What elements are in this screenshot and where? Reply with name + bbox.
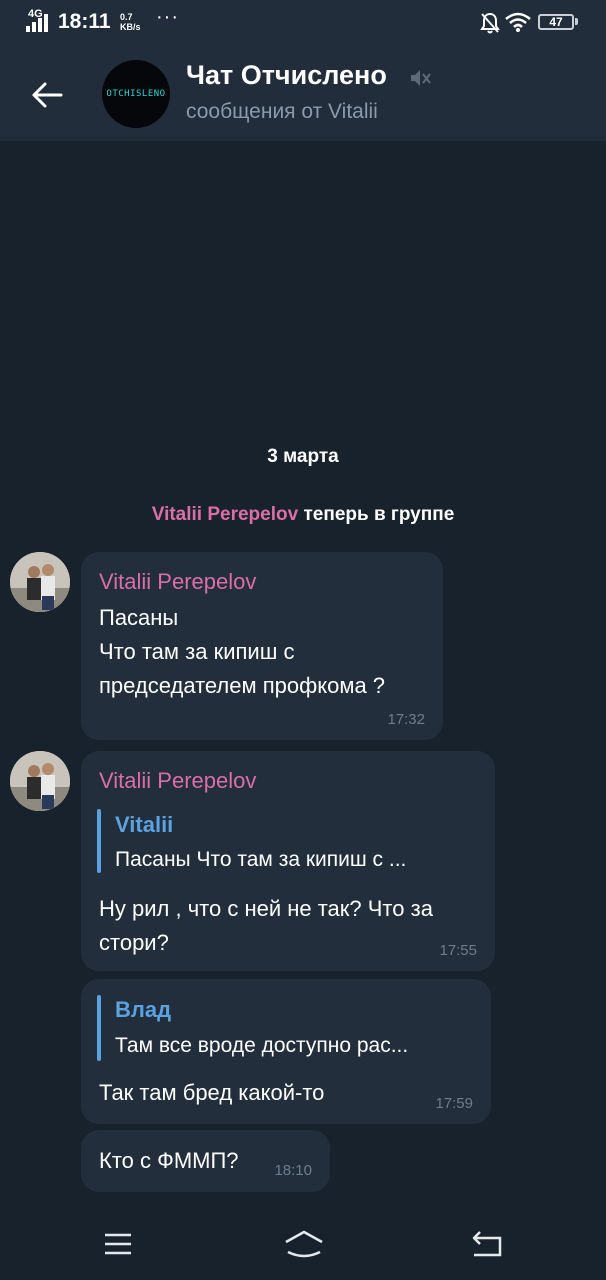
reply-sender-name[interactable]: Vitalii — [115, 812, 173, 838]
message-time: 18:10 — [274, 1162, 312, 1179]
message-text-line: Ну рил , что с ней не так? Что за — [99, 896, 433, 921]
message-bubble[interactable]: Vitalii Perepelov Vitalii Пасаны Что там… — [81, 751, 495, 971]
status-bar: 4G 18:11 0.7 KB/s ··· 47 — [0, 0, 606, 46]
reply-preview-text[interactable]: Пасаны Что там за кипиш с ... — [115, 848, 406, 872]
chat-header: OTCHISLENO Чат Отчислено сообщения от Vi… — [0, 46, 606, 141]
network-speed: 0.7 KB/s — [120, 12, 141, 32]
reply-sender-name[interactable]: Влад — [115, 997, 171, 1023]
more-notifications-icon: ··· — [156, 6, 179, 28]
message-text-line: председателем профкома ? — [99, 673, 386, 698]
reply-accent-bar — [97, 809, 101, 873]
battery-level: 47 — [549, 15, 563, 29]
user-photo — [10, 552, 70, 612]
message-text-line: Пасаны — [99, 605, 179, 630]
wifi-icon — [505, 12, 531, 32]
message-text-line: Так там бред какой-то — [99, 1080, 325, 1105]
bell-off-icon — [480, 12, 500, 34]
chat-title[interactable]: Чат Отчислено — [186, 60, 387, 91]
group-avatar[interactable]: OTCHISLENO — [102, 60, 170, 128]
user-avatar[interactable] — [10, 751, 70, 811]
system-navigation-bar — [0, 1210, 606, 1280]
back-icon[interactable] — [470, 1224, 504, 1264]
home-icon[interactable] — [282, 1224, 326, 1264]
user-avatar[interactable] — [10, 552, 70, 612]
sender-name[interactable]: Vitalii Perepelov — [99, 768, 256, 794]
reply-accent-bar — [97, 995, 101, 1061]
message-bubble[interactable]: Влад Там все вроде доступно рас... Так т… — [81, 979, 491, 1124]
date-separator: 3 марта — [267, 446, 339, 467]
message-text-line: Кто с ФММП? — [99, 1148, 239, 1173]
clock: 18:11 — [58, 10, 111, 33]
mute-icon — [411, 70, 431, 86]
message-bubble[interactable]: Vitalii Perepelov Пасаны Что там за кипи… — [81, 552, 443, 740]
message-time: 17:55 — [439, 942, 477, 959]
sender-name[interactable]: Vitalii Perepelov — [99, 569, 256, 595]
group-avatar-logo: OTCHISLENO — [106, 89, 166, 99]
menu-icon[interactable] — [103, 1224, 133, 1264]
service-message: Vitalii Perepelov теперь в группе — [0, 504, 606, 526]
speed-unit: KB/s — [120, 22, 141, 32]
chat-subtitle: сообщения от Vitalii — [186, 100, 378, 123]
service-text: теперь в группе — [298, 504, 455, 525]
reply-preview-text[interactable]: Там все вроде доступно рас... — [115, 1034, 408, 1058]
message-time: 17:32 — [387, 711, 425, 728]
message-text-line: Что там за кипиш с — [99, 639, 295, 664]
back-arrow-icon[interactable] — [28, 76, 66, 114]
user-photo — [10, 751, 70, 811]
battery-cap — [575, 18, 578, 25]
message-time: 17:59 — [435, 1095, 473, 1112]
speed-value: 0.7 — [120, 12, 133, 22]
network-type: 4G — [28, 8, 43, 20]
message-bubble[interactable]: Кто с ФММП? 18:10 — [81, 1130, 330, 1192]
service-user-name[interactable]: Vitalii Perepelov — [152, 504, 298, 525]
message-text-line: стори? — [99, 930, 169, 955]
